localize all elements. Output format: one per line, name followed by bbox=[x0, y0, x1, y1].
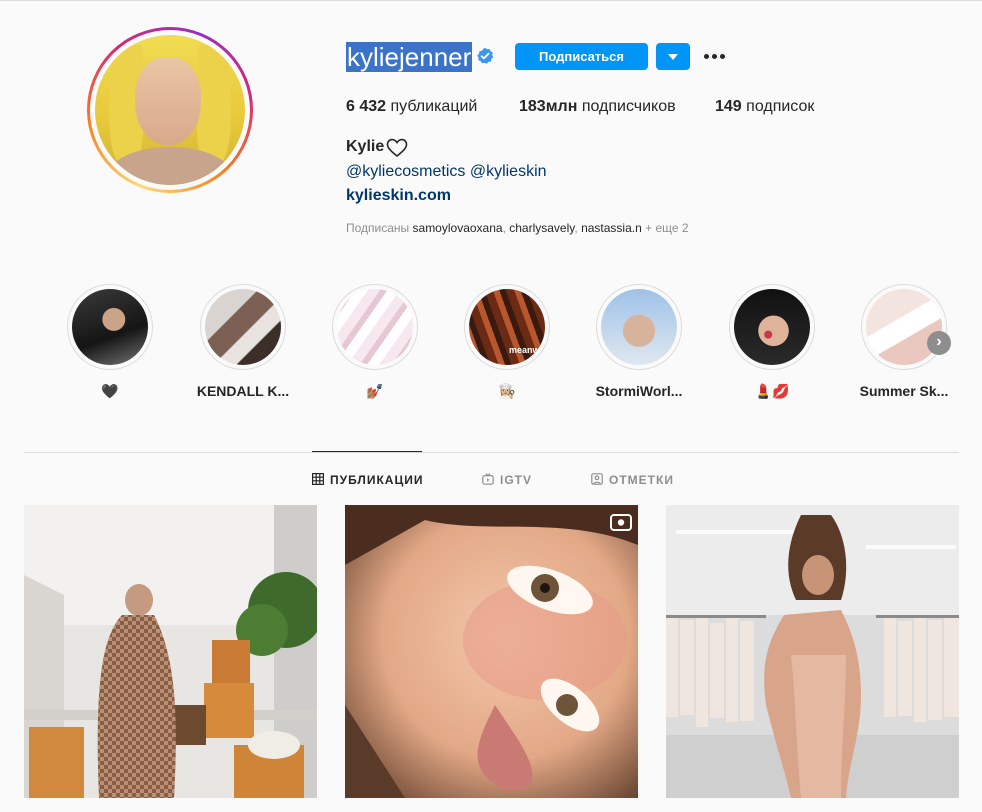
followers-stat[interactable]: 183млн подписчиков bbox=[519, 97, 676, 117]
active-tab-indicator bbox=[312, 451, 422, 452]
tab-igtv[interactable]: IGTV bbox=[482, 472, 532, 488]
post-thumbnail[interactable] bbox=[666, 505, 959, 798]
highlight-item[interactable]: 💄💋 bbox=[721, 284, 821, 404]
tab-posts[interactable]: ПУБЛИКАЦИИ bbox=[312, 472, 423, 488]
profile-avatar[interactable] bbox=[87, 27, 253, 193]
highlight-item[interactable]: StormiWorl... bbox=[588, 284, 688, 404]
profile-website-link[interactable]: kylieskin.com bbox=[346, 186, 451, 206]
chevron-right-icon[interactable]: › bbox=[927, 331, 951, 355]
highlight-item[interactable]: 🖤 bbox=[59, 284, 159, 404]
followed-by-text[interactable]: Подписаны samoylovaoxana, charlysavely, … bbox=[346, 220, 689, 236]
posts-stat: 6 432 публикаций bbox=[346, 98, 478, 115]
highlight-item[interactable]: 💅🏽 bbox=[324, 284, 424, 404]
suggested-accounts-button[interactable] bbox=[656, 43, 690, 70]
igtv-icon bbox=[482, 473, 494, 485]
bio-mentions-link[interactable]: @kyliecosmetics @kylieskin bbox=[346, 162, 547, 182]
highlight-cover-image bbox=[601, 289, 677, 365]
tabs-divider bbox=[24, 452, 959, 453]
igtv-icon bbox=[610, 514, 632, 531]
tab-tagged[interactable]: ОТМЕТКИ bbox=[591, 472, 674, 488]
top-border bbox=[0, 0, 982, 1]
avatar-image bbox=[95, 35, 245, 185]
post-thumbnail[interactable] bbox=[345, 505, 638, 798]
highlight-cover-image bbox=[337, 289, 413, 365]
profile-username: kyliejenner bbox=[346, 42, 473, 72]
post-image bbox=[345, 505, 638, 798]
tagged-icon bbox=[591, 473, 603, 485]
highlight-cover-image: meanwhi bbox=[469, 289, 545, 365]
chevron-down-icon bbox=[668, 54, 678, 60]
highlight-item[interactable]: KENDALL K... bbox=[192, 284, 292, 404]
follow-button[interactable]: Подписаться bbox=[515, 43, 648, 70]
profile-full-name: Kylie bbox=[346, 138, 385, 155]
following-stat[interactable]: 149 подписок bbox=[715, 97, 814, 117]
highlight-item[interactable]: meanwhi 👩🏼‍🍳 bbox=[456, 284, 556, 404]
heart-icon bbox=[386, 138, 408, 158]
post-image bbox=[666, 505, 959, 798]
highlight-cover-image bbox=[866, 289, 942, 365]
post-image bbox=[24, 505, 317, 798]
post-thumbnail[interactable] bbox=[24, 505, 317, 798]
grid-icon bbox=[312, 473, 324, 485]
verified-badge-icon bbox=[477, 47, 494, 64]
highlight-cover-image bbox=[205, 289, 281, 365]
highlight-cover-image bbox=[734, 289, 810, 365]
highlight-cover-image bbox=[72, 289, 148, 365]
more-options-icon[interactable] bbox=[703, 47, 727, 65]
